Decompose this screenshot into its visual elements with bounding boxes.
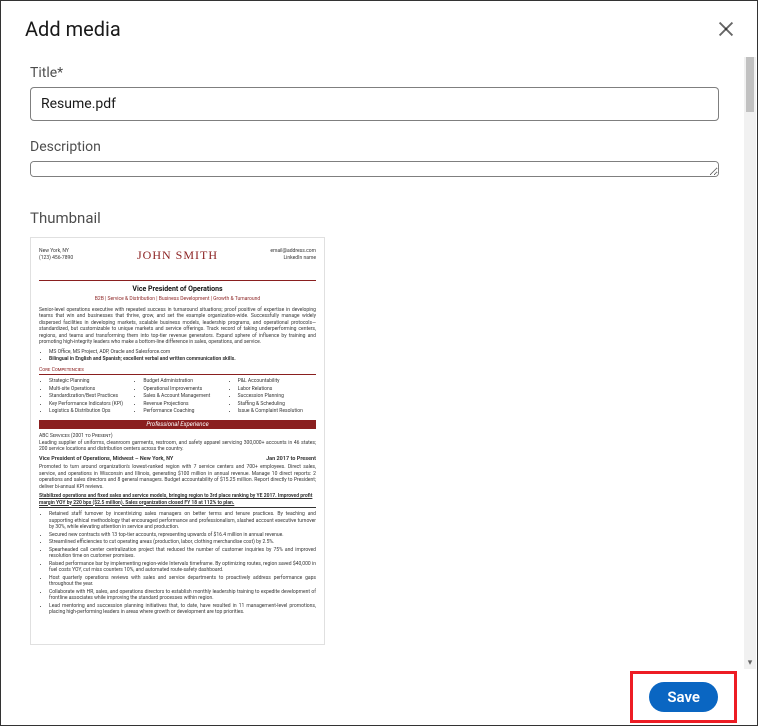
thumb-job-desc: Promoted to turn around organization's l… [39,464,316,490]
modal-header: Add media [1,1,757,53]
thumb-name: JOHN SMITH [31,248,324,264]
title-input[interactable] [30,87,719,121]
save-highlight: Save [630,671,737,723]
thumb-job: Vice President of Operations, Midwest – … [39,456,316,463]
scrollbar-thumb[interactable] [746,57,754,112]
thumb-job-bullets: Retained staff turnover by incentivizing… [49,511,316,616]
thumb-competencies: Strategic PlanningMulti-site OperationsS… [39,378,316,416]
thumbnail-preview: New York, NY (123) 456-7890 email@addres… [30,237,325,645]
save-button[interactable]: Save [649,682,718,712]
thumb-tagline: B2B | Service & Distribution | Business … [39,296,316,303]
close-icon[interactable] [715,18,737,40]
modal-body: Title* Description Thumbnail New York, N… [2,57,743,669]
title-label: Title* [30,65,719,81]
scrollbar-down-icon[interactable]: ▾ [744,657,756,669]
scrollbar[interactable]: ▾ [744,57,756,669]
description-input[interactable] [30,161,719,177]
description-field-group: Description [30,139,719,181]
thumb-divider [39,280,316,281]
modal-footer: Save [1,669,757,725]
thumb-headline: Vice President of Operations [39,285,316,294]
thumb-summary: Senior-level operations executive with r… [39,307,316,346]
title-field-group: Title* [30,65,719,121]
modal-title: Add media [25,17,121,41]
thumb-skills: MS Office, MS Project, ADP, Oracle and S… [49,349,316,363]
thumbnail-label: Thumbnail [30,209,719,227]
thumb-job-bold: Stabilized operations and fixed sales an… [39,493,316,508]
thumb-core-header: Core Competencies [39,367,316,376]
thumb-exp-header: Professional Experience [39,420,316,430]
description-label: Description [30,139,719,155]
thumb-company-desc: Leading supplier of uniforms, cleanroom … [39,440,316,453]
